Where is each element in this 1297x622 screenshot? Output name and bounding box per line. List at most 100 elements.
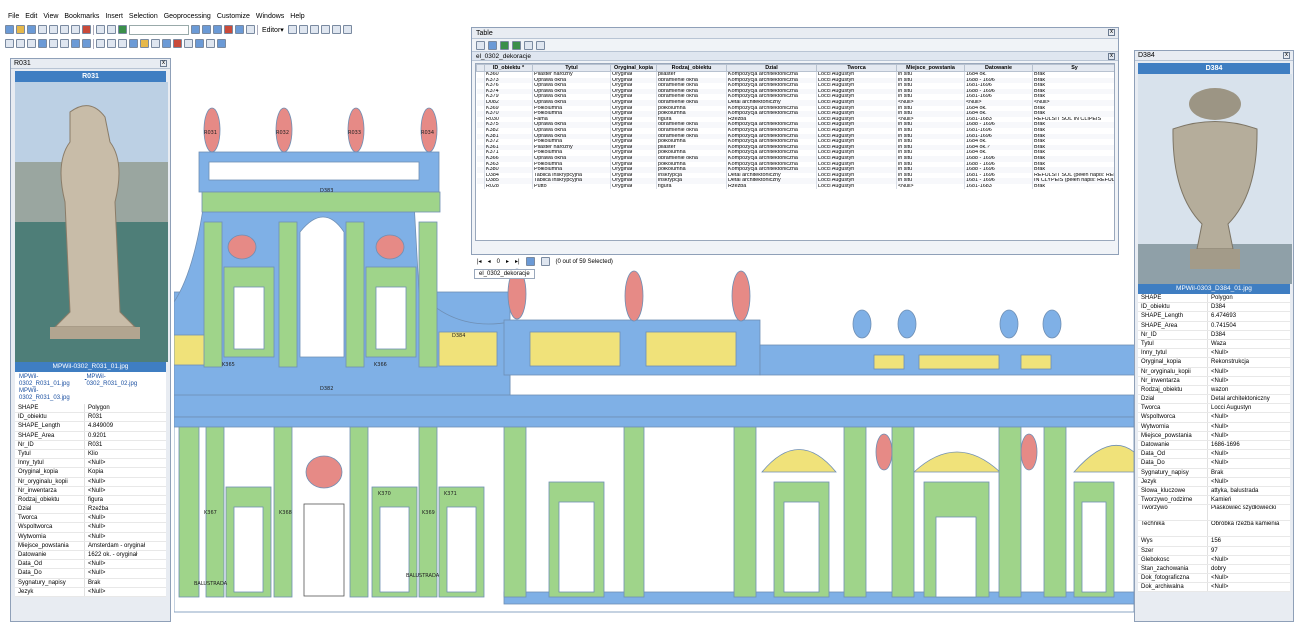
- time-slider-icon[interactable]: [206, 39, 215, 48]
- attribute-row[interactable]: Nr_ID R031: [15, 440, 166, 450]
- column-header[interactable]: Sy: [1032, 64, 1114, 72]
- attribute-row[interactable]: Miejsce_powstania <Null>: [1138, 431, 1290, 441]
- goto-xy-icon[interactable]: [195, 39, 204, 48]
- full-extent-icon[interactable]: [38, 39, 47, 48]
- attribute-row[interactable]: Data_Od <Null>: [15, 560, 166, 570]
- attribute-row[interactable]: Datowanie 1622 ok. - oryginał: [15, 551, 166, 561]
- column-header[interactable]: Rodzaj_obiektu: [656, 64, 727, 72]
- attribute-row[interactable]: SHAPE_Area 0.741504: [1138, 321, 1290, 331]
- switch-selection-icon[interactable]: [512, 40, 521, 50]
- close-icon[interactable]: x: [1108, 29, 1115, 36]
- attribute-row[interactable]: Tworca <Null>: [15, 514, 166, 524]
- python-icon[interactable]: [246, 25, 255, 34]
- fixed-zoom-in-icon[interactable]: [49, 39, 58, 48]
- attribute-row[interactable]: Nr_oryginalu_kopii <Null>: [15, 477, 166, 487]
- column-header[interactable]: Miejsce_powstania: [896, 64, 965, 72]
- last-record-button[interactable]: ▸|: [515, 258, 520, 265]
- attribute-row[interactable]: Rodzaj_obiektu wazon: [1138, 385, 1290, 396]
- edit-tool-icon[interactable]: [287, 25, 297, 34]
- table-options-icon[interactable]: [476, 40, 485, 50]
- attribute-row[interactable]: Jezyk <Null>: [15, 587, 166, 597]
- menu-item[interactable]: Geoprocessing: [164, 13, 211, 20]
- select-features-icon[interactable]: [96, 39, 105, 48]
- photo-link[interactable]: MPWil-0302_R031_03.jpg: [19, 388, 85, 402]
- menu-item[interactable]: File: [8, 13, 19, 20]
- save-icon[interactable]: [27, 25, 36, 34]
- attribute-row[interactable]: SHAPE_Area 0.9201: [15, 431, 166, 441]
- column-header[interactable]: Tworca: [816, 64, 897, 72]
- attribute-row[interactable]: Tworca Locci Augustyn: [1138, 404, 1290, 414]
- close-icon[interactable]: x: [1108, 53, 1115, 60]
- new-icon[interactable]: [5, 25, 14, 34]
- attribute-grid[interactable]: ID_obiektu * Tytul Oryginal_kopia Rodzaj_ob…: [475, 63, 1115, 241]
- column-header[interactable]: ID_obiektu *: [484, 64, 533, 72]
- delete-selected-icon[interactable]: [536, 40, 545, 50]
- attribute-row[interactable]: SHAPE_Length 6.474693: [1138, 312, 1290, 322]
- related-tables-icon[interactable]: [488, 40, 497, 50]
- attribute-row[interactable]: Oryginal_kopia Kopia: [15, 468, 166, 478]
- attribute-row[interactable]: Nr_inwentarza <Null>: [1138, 376, 1290, 386]
- delete-icon[interactable]: [82, 25, 91, 34]
- attribute-row[interactable]: SHAPE Polygon: [15, 404, 166, 414]
- redo-icon[interactable]: [107, 25, 116, 34]
- menu-item[interactable]: Bookmarks: [64, 13, 99, 20]
- identify-icon[interactable]: [129, 39, 138, 48]
- menu-item[interactable]: Customize: [217, 13, 250, 20]
- close-icon[interactable]: x: [160, 60, 167, 67]
- next-record-button[interactable]: ▸: [506, 258, 509, 265]
- attribute-row[interactable]: Slowa_kluczowe attyka, balustrada: [1138, 486, 1290, 497]
- fixed-zoom-out-icon[interactable]: [60, 39, 69, 48]
- attribute-row[interactable]: Stan_zachowania dobry: [1138, 564, 1290, 575]
- attribute-row[interactable]: Data_Od <Null>: [1138, 450, 1290, 460]
- attribute-row[interactable]: Dzial Detal architektoniczny: [1138, 395, 1290, 405]
- column-header[interactable]: Tytul: [532, 64, 611, 72]
- attribute-row[interactable]: Sygnatury_napisy Brak: [15, 578, 166, 588]
- attribute-row[interactable]: Technika Obróbka rzeźba kamienia: [1138, 521, 1290, 538]
- attribute-row[interactable]: Wspoltworca <Null>: [15, 523, 166, 533]
- select-elements-icon[interactable]: [118, 39, 127, 48]
- attribute-row[interactable]: Wys 156: [1138, 537, 1290, 547]
- close-icon[interactable]: x: [1283, 52, 1290, 59]
- sketch-icon[interactable]: [298, 25, 308, 34]
- rotate-icon[interactable]: [342, 25, 352, 34]
- forward-extent-icon[interactable]: [82, 39, 91, 48]
- menu-item[interactable]: Edit: [25, 13, 37, 20]
- attribute-row[interactable]: ID_obiektu D384: [1138, 303, 1290, 313]
- back-extent-icon[interactable]: [71, 39, 80, 48]
- attribute-row[interactable]: Inny_tytul <Null>: [1138, 349, 1290, 359]
- attribute-row[interactable]: Tytul Waza: [1138, 339, 1290, 350]
- find-icon[interactable]: [173, 39, 182, 48]
- show-selected-records-icon[interactable]: [540, 257, 550, 266]
- attribute-row[interactable]: Szer 97: [1138, 546, 1290, 556]
- attribute-row[interactable]: Sygnatury_napisy Brak: [1138, 468, 1290, 478]
- straight-segment-icon[interactable]: [309, 25, 319, 34]
- undo-icon[interactable]: [96, 25, 105, 34]
- measure-icon[interactable]: [162, 39, 171, 48]
- attribute-row[interactable]: Inny_tytul <Null>: [15, 459, 166, 469]
- show-all-records-icon[interactable]: [525, 257, 535, 266]
- current-record[interactable]: 0: [497, 259, 500, 265]
- attribute-row[interactable]: Nr_inwentarza <Null>: [15, 486, 166, 496]
- attribute-row[interactable]: Tworzywo Piaskowiec szydłowiecki: [1138, 505, 1290, 522]
- map-scale-input[interactable]: [129, 24, 189, 35]
- column-header[interactable]: Datowanie: [964, 64, 1033, 72]
- attribute-row[interactable]: Dok_archiwalna <Null>: [1138, 583, 1290, 593]
- attribute-row[interactable]: Nr_ID D384: [1138, 330, 1290, 340]
- menu-item[interactable]: View: [43, 13, 58, 20]
- print-icon[interactable]: [38, 25, 47, 34]
- menu-item[interactable]: Windows: [256, 13, 284, 20]
- table-tab[interactable]: el_0302_dekoracje: [474, 269, 535, 279]
- search-icon[interactable]: [224, 25, 233, 34]
- attribute-row[interactable]: Dok_fotograficzna <Null>: [1138, 574, 1290, 584]
- clear-selection-icon[interactable]: [107, 39, 116, 48]
- attribute-row[interactable]: Data_Do <Null>: [1138, 459, 1290, 469]
- attribute-row[interactable]: Rodzaj_obiektu figura: [15, 495, 166, 506]
- attribute-row[interactable]: Glebokosc <Null>: [1138, 555, 1290, 565]
- row-selector[interactable]: [476, 183, 485, 190]
- arctoolbox-icon[interactable]: [235, 25, 244, 34]
- attribute-row[interactable]: Wspoltworca <Null>: [1138, 413, 1290, 423]
- attribute-row[interactable]: SHAPE_Length 4.849009: [15, 422, 166, 432]
- attribute-row[interactable]: Datowanie 1686-1696: [1138, 441, 1290, 451]
- table-icon[interactable]: [202, 25, 211, 34]
- catalog-icon[interactable]: [213, 25, 222, 34]
